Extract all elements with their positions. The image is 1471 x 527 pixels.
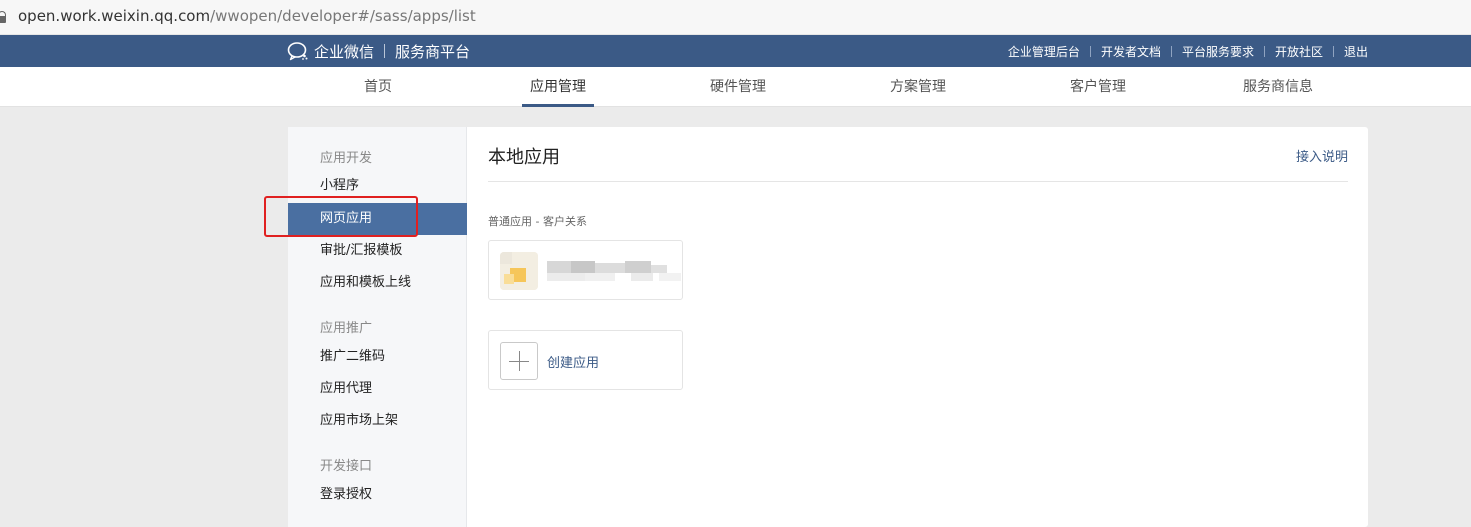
- url-text[interactable]: open.work.weixin.qq.com/wwopen/developer…: [18, 6, 476, 26]
- app-logo-icon: [500, 252, 538, 290]
- sidebar-item-promo-qrcode[interactable]: 推广二维码: [288, 341, 467, 373]
- brand-subtitle: 服务商平台: [395, 42, 471, 61]
- link-admin-console[interactable]: 企业管理后台: [1008, 43, 1080, 60]
- brand-divider: [384, 44, 386, 58]
- sidebar-item-app-launch[interactable]: 应用和模板上线: [288, 267, 467, 299]
- link-divider: [1170, 45, 1172, 57]
- tab-hardware-management[interactable]: 硬件管理: [688, 67, 788, 107]
- section-label: 普通应用 - 客户关系: [488, 215, 587, 228]
- app-name-redacted: [547, 261, 693, 283]
- create-app-button[interactable]: 创建应用: [488, 330, 683, 390]
- divider: [488, 181, 1348, 182]
- help-link[interactable]: 接入说明: [1296, 146, 1348, 165]
- sidebar-item-app-agent[interactable]: 应用代理: [288, 373, 467, 405]
- brand[interactable]: 企业微信 服务商平台: [287, 35, 470, 67]
- link-divider: [1089, 45, 1091, 57]
- tab-provider-info[interactable]: 服务商信息: [1228, 67, 1328, 107]
- sidebar-item-app-market[interactable]: 应用市场上架: [288, 405, 467, 437]
- top-bar: 企业微信 服务商平台 企业管理后台 开发者文档 平台服务要求 开放社区 退出: [0, 35, 1471, 67]
- tab-home[interactable]: 首页: [328, 67, 428, 107]
- link-divider: [1332, 45, 1334, 57]
- main-content: 本地应用 接入说明 普通应用 - 客户关系 创建应用: [488, 127, 1348, 527]
- plus-icon: [500, 342, 538, 380]
- wework-logo-icon: [287, 42, 308, 61]
- create-app-label: 创建应用: [547, 356, 600, 371]
- page-title: 本地应用: [488, 147, 560, 168]
- app-card[interactable]: [488, 240, 683, 300]
- link-service-requirements[interactable]: 平台服务要求: [1182, 43, 1254, 60]
- sidebar-group-app-development: 应用开发: [320, 151, 373, 166]
- sidebar-group-dev-interface: 开发接口: [320, 459, 373, 474]
- link-logout[interactable]: 退出: [1344, 43, 1368, 60]
- link-developer-docs[interactable]: 开发者文档: [1101, 43, 1161, 60]
- tab-customer-management[interactable]: 客户管理: [1048, 67, 1148, 107]
- tab-app-management[interactable]: 应用管理: [508, 67, 608, 107]
- url-host: open.work.weixin.qq.com: [18, 7, 211, 25]
- sidebar-item-web-app[interactable]: 网页应用: [288, 203, 467, 235]
- sidebar: 应用开发 小程序 网页应用 审批/汇报模板 应用和模板上线 应用推广 推广二维码…: [288, 127, 467, 527]
- main-nav: 首页 应用管理 硬件管理 方案管理 客户管理 服务商信息: [0, 67, 1471, 107]
- sidebar-item-mini-program[interactable]: 小程序: [288, 170, 467, 202]
- url-path: /wwopen/developer#/sass/apps/list: [210, 7, 476, 25]
- content-panel: 应用开发 小程序 网页应用 审批/汇报模板 应用和模板上线 应用推广 推广二维码…: [288, 127, 1368, 527]
- link-community[interactable]: 开放社区: [1275, 43, 1323, 60]
- sidebar-group-app-promotion: 应用推广: [320, 321, 373, 336]
- browser-address-bar[interactable]: open.work.weixin.qq.com/wwopen/developer…: [0, 0, 1471, 35]
- link-divider: [1263, 45, 1265, 57]
- top-links: 企业管理后台 开发者文档 平台服务要求 开放社区 退出: [1008, 35, 1368, 67]
- sidebar-item-approval-templates[interactable]: 审批/汇报模板: [288, 235, 467, 267]
- brand-name: 企业微信: [314, 42, 375, 61]
- lock-icon: [0, 11, 6, 23]
- sidebar-item-login-auth[interactable]: 登录授权: [288, 479, 467, 511]
- tab-solution-management[interactable]: 方案管理: [868, 67, 968, 107]
